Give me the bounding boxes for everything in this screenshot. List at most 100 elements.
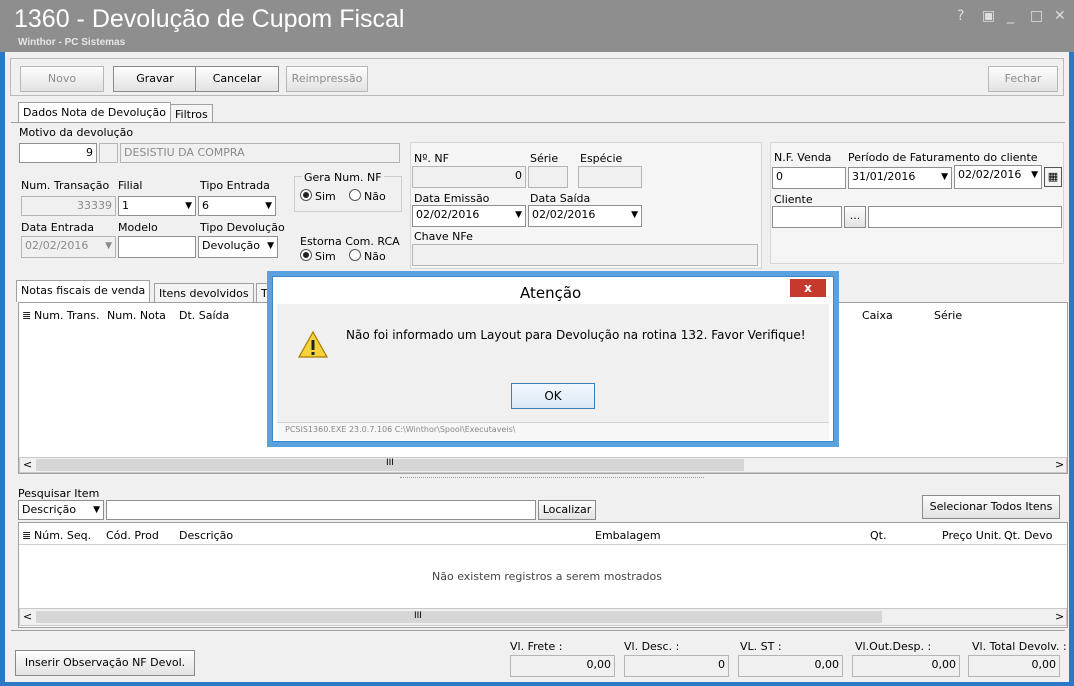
especie-label: Espécie [580, 152, 623, 165]
col-num-nota[interactable]: Num. Nota [107, 309, 166, 322]
outdesp-value: 0,00 [852, 655, 960, 677]
num-transacao-input[interactable]: 33339 [21, 196, 116, 216]
gravar-button[interactable]: Gravar [113, 66, 197, 92]
radio-checked-icon [300, 189, 312, 201]
grid-columns-icon[interactable]: ≣ [22, 529, 31, 542]
scroll-grip: III [386, 458, 394, 468]
periodo-ate-input[interactable]: 02/02/2016 ▼ [954, 165, 1042, 189]
num-transacao-label: Num. Transação [21, 179, 110, 192]
chevron-down-icon: ▼ [185, 201, 192, 211]
especie-input[interactable] [578, 166, 642, 188]
cliente-code-input[interactable] [772, 206, 842, 228]
fechar-button[interactable]: Fechar [988, 66, 1058, 92]
scroll-thumb[interactable] [36, 611, 882, 623]
ok-button[interactable]: OK [511, 383, 595, 409]
radio-unchecked-icon [349, 189, 361, 201]
close-window-icon[interactable]: ✕ [1054, 8, 1066, 24]
chevron-down-icon: ▼ [105, 241, 112, 251]
data-entrada-value: 02/02/2016 [25, 239, 89, 252]
dialog-status-text: PCSIS1360.EXE 23.0.7.106 C:\Winthor\Spoo… [285, 425, 516, 434]
outdesp-label: Vl.Out.Desp. : [855, 640, 932, 653]
periodo-label: Período de Faturamento do cliente [848, 151, 1038, 164]
gera-num-sim-radio[interactable]: Sim [300, 189, 336, 203]
novo-button[interactable]: Novo [20, 66, 104, 92]
data-saida-input[interactable]: 02/02/2016 ▼ [528, 205, 642, 227]
tab-dados-nota[interactable]: Dados Nota de Devolução [18, 102, 171, 122]
nf-venda-input[interactable]: 0 [772, 167, 846, 189]
pesquisa-field-select[interactable]: Descrição ▼ [18, 500, 104, 520]
gera-num-sim-label: Sim [315, 190, 336, 203]
gera-num-nao-radio[interactable]: Não [349, 189, 386, 203]
reimpressao-button[interactable]: Reimpressão [286, 66, 368, 92]
data-saida-label: Data Saída [530, 192, 591, 205]
cancelar-button[interactable]: Cancelar [195, 66, 279, 92]
col-preco-unit[interactable]: Preço Unit. [942, 529, 1002, 542]
modelo-input[interactable] [118, 236, 196, 258]
dialog-message: Não foi informado um Layout para Devoluç… [346, 328, 806, 342]
motivo-label: Motivo da devolução [19, 126, 134, 139]
col-num-seq[interactable]: Núm. Seq. [34, 529, 91, 542]
selecionar-todos-button[interactable]: Selecionar Todos Itens [922, 495, 1060, 519]
calendar-icon[interactable]: ▦ [1044, 167, 1062, 187]
scroll-left-icon[interactable]: < [23, 458, 32, 471]
data-saida-value: 02/02/2016 [532, 208, 596, 221]
col-descricao[interactable]: Descrição [179, 529, 233, 542]
num-nf-input[interactable]: 0 [412, 166, 526, 188]
scroll-right-icon[interactable]: > [1055, 610, 1064, 623]
minimize-icon[interactable]: _ [1007, 8, 1014, 24]
gera-num-label: Gera Num. NF [302, 171, 384, 184]
tab-itens-devolvidos[interactable]: Itens devolvidos [154, 283, 254, 302]
data-emissao-input[interactable]: 02/02/2016 ▼ [412, 205, 526, 227]
inserir-observacao-button[interactable]: Inserir Observação NF Devol. [15, 650, 195, 676]
col-qt-devo[interactable]: Qt. Devo [1004, 529, 1052, 542]
col-serie[interactable]: Série [934, 309, 962, 322]
dialog-close-button[interactable]: x [790, 279, 826, 297]
estorna-sim-radio[interactable]: Sim [300, 249, 336, 263]
radio-unchecked-icon [349, 249, 361, 261]
data-entrada-input[interactable]: 02/02/2016 ▼ [21, 236, 116, 258]
chevron-down-icon: ▼ [515, 210, 522, 220]
filial-select[interactable]: 1 ▼ [118, 196, 196, 216]
splitter[interactable] [400, 477, 704, 480]
scroll-left-icon[interactable]: < [23, 610, 32, 623]
gera-num-nao-label: Não [364, 190, 386, 203]
chave-nfe-input[interactable] [412, 244, 758, 266]
tab-filtros[interactable]: Filtros [170, 104, 213, 122]
pesquisa-input[interactable] [106, 500, 536, 520]
empty-message: Não existem registros a serem mostrados [432, 570, 662, 583]
col-dt-saida[interactable]: Dt. Saída [179, 309, 229, 322]
col-qt[interactable]: Qt. [870, 529, 886, 542]
periodo-de-input[interactable]: 31/01/2016 ▼ [848, 167, 952, 189]
st-value: 0,00 [738, 655, 843, 677]
modelo-label: Modelo [118, 221, 158, 234]
col-embalagem[interactable]: Embalagem [595, 529, 661, 542]
maximize-icon[interactable]: □ [1030, 8, 1043, 24]
restore-icon[interactable]: ▣ [982, 8, 995, 24]
nf-venda-label: N.F. Venda [774, 151, 832, 164]
tab-divider [11, 122, 1065, 123]
serie-input[interactable] [528, 166, 568, 188]
col-cod-prod[interactable]: Cód. Prod [106, 529, 159, 542]
motivo-code-input[interactable]: 9 [19, 143, 97, 163]
st-label: VL. ST : [740, 640, 782, 653]
col-caixa[interactable]: Caixa [862, 309, 893, 322]
desc-label: Vl. Desc. : [624, 640, 680, 653]
dialog-title: Atenção [520, 284, 582, 302]
grid-columns-icon[interactable]: ≣ [22, 309, 31, 322]
scroll-right-icon[interactable]: > [1055, 458, 1064, 471]
help-icon[interactable]: ? [957, 8, 964, 24]
tab-notas-fiscais[interactable]: Notas fiscais de venda [16, 280, 151, 302]
pesquisar-label: Pesquisar Item [18, 487, 100, 500]
tipo-devolucao-select[interactable]: Devolução ▼ [198, 236, 278, 258]
radio-checked-icon [300, 249, 312, 261]
tipo-devolucao-label: Tipo Devolução [200, 221, 285, 234]
tipo-entrada-select[interactable]: 6 ▼ [198, 196, 276, 216]
tipo-entrada-label: Tipo Entrada [200, 179, 270, 192]
cliente-lookup-button[interactable]: ... [844, 206, 866, 228]
estorna-nao-radio[interactable]: Não [349, 249, 386, 263]
warning-icon [297, 330, 329, 358]
motivo-lookup-button[interactable] [99, 143, 118, 163]
localizar-button[interactable]: Localizar [538, 500, 596, 520]
col-num-trans[interactable]: Num. Trans. [34, 309, 99, 322]
cliente-name-input[interactable] [868, 206, 1062, 228]
